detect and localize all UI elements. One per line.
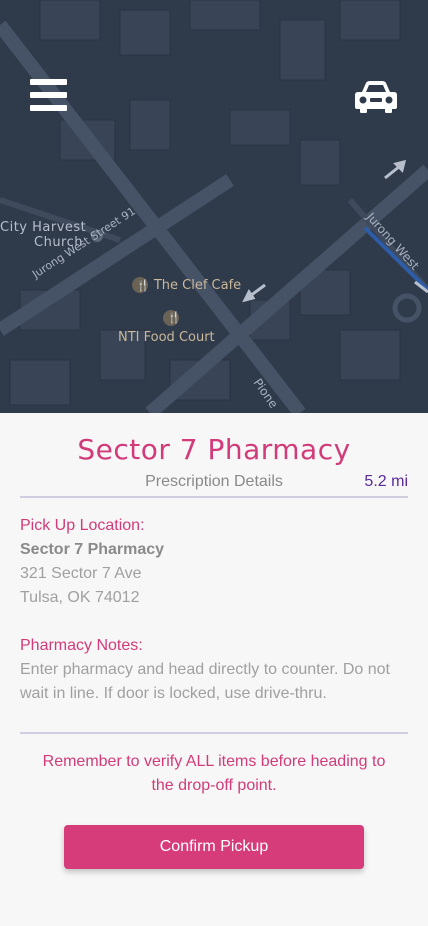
divider bbox=[20, 732, 408, 734]
pickup-location-section: Pick Up Location: Sector 7 Pharmacy 321 … bbox=[20, 514, 408, 610]
map-view[interactable]: City Harvest Church Jurong West Street 9… bbox=[0, 0, 428, 413]
pickup-location-label: Pick Up Location: bbox=[20, 517, 145, 534]
details-panel: Sector 7 Pharmacy Prescription Details 5… bbox=[0, 413, 428, 926]
map-canvas bbox=[0, 0, 428, 413]
map-label-food-court: NTI Food Court bbox=[118, 330, 215, 345]
pharmacy-notes-text: Enter pharmacy and head directly to coun… bbox=[20, 661, 390, 702]
pickup-name: Sector 7 Pharmacy bbox=[20, 541, 165, 558]
pharmacy-title: Sector 7 Pharmacy bbox=[77, 433, 351, 466]
pickup-address-line2: Tulsa, OK 74012 bbox=[20, 589, 140, 606]
verify-reminder: Remember to verify ALL items before head… bbox=[42, 753, 386, 794]
car-icon[interactable] bbox=[354, 78, 398, 114]
pharmacy-notes-section: Pharmacy Notes: Enter pharmacy and head … bbox=[20, 634, 408, 706]
distance-value: 5.2 mi bbox=[364, 473, 408, 490]
confirm-pickup-button[interactable]: Confirm Pickup bbox=[64, 825, 364, 869]
pickup-address-line1: 321 Sector 7 Ave bbox=[20, 565, 142, 582]
restaurant-icon: 🍴 bbox=[136, 279, 150, 292]
map-label-clef-cafe: 🍴 The Clef Cafe bbox=[136, 278, 242, 293]
pharmacy-notes-label: Pharmacy Notes: bbox=[20, 637, 143, 654]
restaurant-icon: 🍴 bbox=[167, 312, 181, 324]
hamburger-menu-icon[interactable] bbox=[30, 79, 67, 113]
divider bbox=[20, 496, 408, 498]
